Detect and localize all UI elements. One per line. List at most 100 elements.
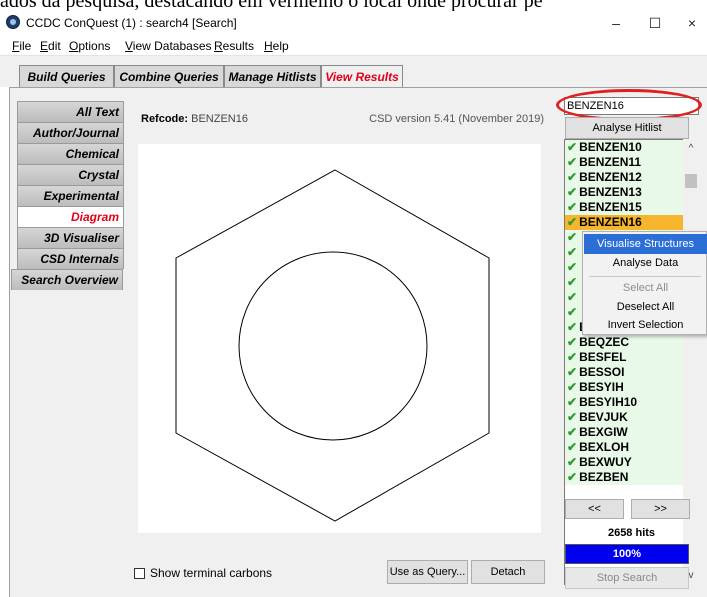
hitlist-refcode: BESYIH <box>579 380 624 394</box>
show-terminal-carbons-label: Show terminal carbons <box>150 566 273 580</box>
maximize-button[interactable]: ☐ <box>640 13 670 33</box>
hitlist-panel: BENZEN16 Analyse Hitlist ✔ BENZEN10 ✔ BENZE… <box>556 87 707 597</box>
hitlist-refcode: BEVJUK <box>579 410 628 424</box>
sidebar-item-search-overview[interactable]: Search Overview <box>11 269 123 290</box>
show-terminal-carbons-checkbox[interactable] <box>134 568 145 579</box>
search-progress-bar: 100% <box>565 544 689 564</box>
check-icon: ✔ <box>567 335 578 349</box>
check-icon: ✔ <box>567 260 578 274</box>
menu-edit[interactable]: Edit <box>40 39 61 53</box>
tab-manage-hitlists[interactable]: Manage Hitlists <box>224 65 321 89</box>
minimize-button[interactable]: – <box>601 13 631 33</box>
window-title: CCDC ConQuest (1) : search4 [Search] <box>26 16 237 30</box>
refcode-header: Refcode: BENZEN16 CSD version 5.41 (Nove… <box>127 101 552 141</box>
hitlist-row[interactable]: ✔ BEVJUK <box>565 410 690 425</box>
menu-view-databases-label: iew Databases <box>132 39 212 53</box>
menu-item-analyse-data[interactable]: Analyse Data <box>584 253 707 273</box>
check-icon: ✔ <box>567 455 578 469</box>
sidebar-item-crystal[interactable]: Crystal <box>17 164 124 185</box>
scroll-thumb[interactable] <box>685 174 697 188</box>
hit-count: 2658 hits <box>607 527 656 539</box>
tab-build-queries[interactable]: Build Queries <box>19 65 114 89</box>
diagram-canvas[interactable] <box>138 144 541 533</box>
check-icon: ✔ <box>567 275 578 289</box>
menu-results[interactable]: Results <box>214 39 254 53</box>
hitlist-row[interactable]: ✔ BENZEN13 <box>565 185 690 200</box>
check-icon: ✔ <box>567 350 578 364</box>
hitlist-row[interactable]: ✔ BENZEN15 <box>565 200 690 215</box>
csd-version: CSD version 5.41 (November 2019) <box>369 113 544 125</box>
check-icon: ✔ <box>567 380 578 394</box>
previous-hit-button[interactable]: << <box>565 499 624 519</box>
close-button[interactable]: × <box>677 13 707 33</box>
menu-edit-mnemonic: E <box>40 39 49 53</box>
menu-bar: File Edit Options View Databases Results… <box>0 35 707 55</box>
hitlist-row[interactable]: ✔ BENZEN16 <box>565 215 690 230</box>
hitlist-row[interactable]: ✔ BESYIH10 <box>565 395 690 410</box>
sidebar-item-experimental[interactable]: Experimental <box>17 185 124 206</box>
check-icon: ✔ <box>567 365 578 379</box>
hitlist-row[interactable]: ✔ BEXWUY <box>565 455 690 470</box>
menu-item-visualise-structures[interactable]: Visualise Structures <box>584 234 707 254</box>
menu-help-label: elp <box>272 39 289 53</box>
next-hit-button[interactable]: >> <box>631 499 690 519</box>
hitlist-context-menu: Visualise Structures Analyse Data Select… <box>582 231 707 335</box>
check-icon: ✔ <box>567 290 578 304</box>
menu-help[interactable]: Help <box>264 39 289 53</box>
sidebar-item-3d-visualiser[interactable]: 3D Visualiser <box>17 227 124 248</box>
hitlist-refcode: BENZEN11 <box>579 155 642 169</box>
check-icon: ✔ <box>567 425 578 439</box>
hitlist-row[interactable]: ✔ BEZBEN <box>565 470 690 485</box>
main-tabs: Build Queries Combine Queries Manage Hit… <box>0 55 707 90</box>
menu-view-databases-mnemonic: V <box>125 39 133 53</box>
menu-file[interactable]: File <box>12 39 31 53</box>
menu-file-label: ile <box>19 39 32 53</box>
sidebar-item-author-journal[interactable]: Author/Journal <box>17 122 124 143</box>
hitlist-refcode: BENZEN15 <box>579 200 642 214</box>
menu-item-select-all: Select All <box>622 282 669 294</box>
hitlist-refcode: BENZEN10 <box>579 140 642 154</box>
tab-combine-queries[interactable]: Combine Queries <box>114 65 224 89</box>
check-icon: ✔ <box>567 215 578 229</box>
check-icon: ✔ <box>567 305 578 319</box>
check-icon: ✔ <box>567 395 578 409</box>
check-icon: ✔ <box>567 320 578 334</box>
benzene-ring-hexagon <box>175 169 490 522</box>
document-caption: ados da pesquisa, destacando em vermelho… <box>0 0 543 11</box>
refcode-value: BENZEN16 <box>191 113 248 125</box>
menu-view-databases[interactable]: View Databases <box>125 39 212 53</box>
menu-item-deselect-all[interactable]: Deselect All <box>584 297 707 317</box>
check-icon: ✔ <box>567 155 578 169</box>
hitlist-row[interactable]: ✔ BESFEL <box>565 350 690 365</box>
hitlist-row[interactable]: ✔ BENZEN11 <box>565 155 690 170</box>
menu-options[interactable]: Options <box>69 39 110 53</box>
analyse-hitlist-button[interactable]: Analyse Hitlist <box>565 117 689 139</box>
scroll-up-icon[interactable]: ^ <box>683 143 699 154</box>
hitlist-row[interactable]: ✔ BEXGIW <box>565 425 690 440</box>
hitlist-row[interactable]: ✔ BEQZEC <box>565 335 690 350</box>
menu-edit-label: dit <box>48 39 61 53</box>
menu-item-invert-selection[interactable]: Invert Selection <box>584 315 707 335</box>
hitlist-row[interactable]: ✔ BENZEN10 <box>565 140 690 155</box>
hitlist-refcode: BENZEN13 <box>579 185 642 199</box>
sidebar-item-diagram[interactable]: Diagram <box>17 206 124 227</box>
hitlist-row[interactable]: ✔ BEXLOH <box>565 440 690 455</box>
hitlist-refcode: BEZBEN <box>579 470 629 484</box>
menu-results-label: esults <box>222 39 255 53</box>
hitlist-row[interactable]: ✔ BENZEN12 <box>565 170 690 185</box>
sidebar-item-csd-internals[interactable]: CSD Internals <box>17 248 124 269</box>
detach-button[interactable]: Detach <box>471 560 545 584</box>
stop-search-button[interactable]: Stop Search <box>565 567 689 589</box>
hitlist-row[interactable]: ✔ BESYIH <box>565 380 690 395</box>
use-as-query-button[interactable]: Use as Query... <box>387 560 468 584</box>
refcode-label: Refcode: <box>141 113 189 125</box>
menu-options-label: ptions <box>78 39 111 53</box>
check-icon: ✔ <box>567 470 578 484</box>
hitlist-refcode: BENZEN12 <box>579 170 642 184</box>
hitlist-row[interactable]: ✔ BESSOI <box>565 365 690 380</box>
sidebar-item-all-text[interactable]: All Text <box>17 101 124 122</box>
check-icon: ✔ <box>567 230 578 244</box>
sidebar-item-chemical[interactable]: Chemical <box>17 143 124 164</box>
hitlist-refcode: BENZEN16 <box>579 215 642 229</box>
check-icon: ✔ <box>567 440 578 454</box>
